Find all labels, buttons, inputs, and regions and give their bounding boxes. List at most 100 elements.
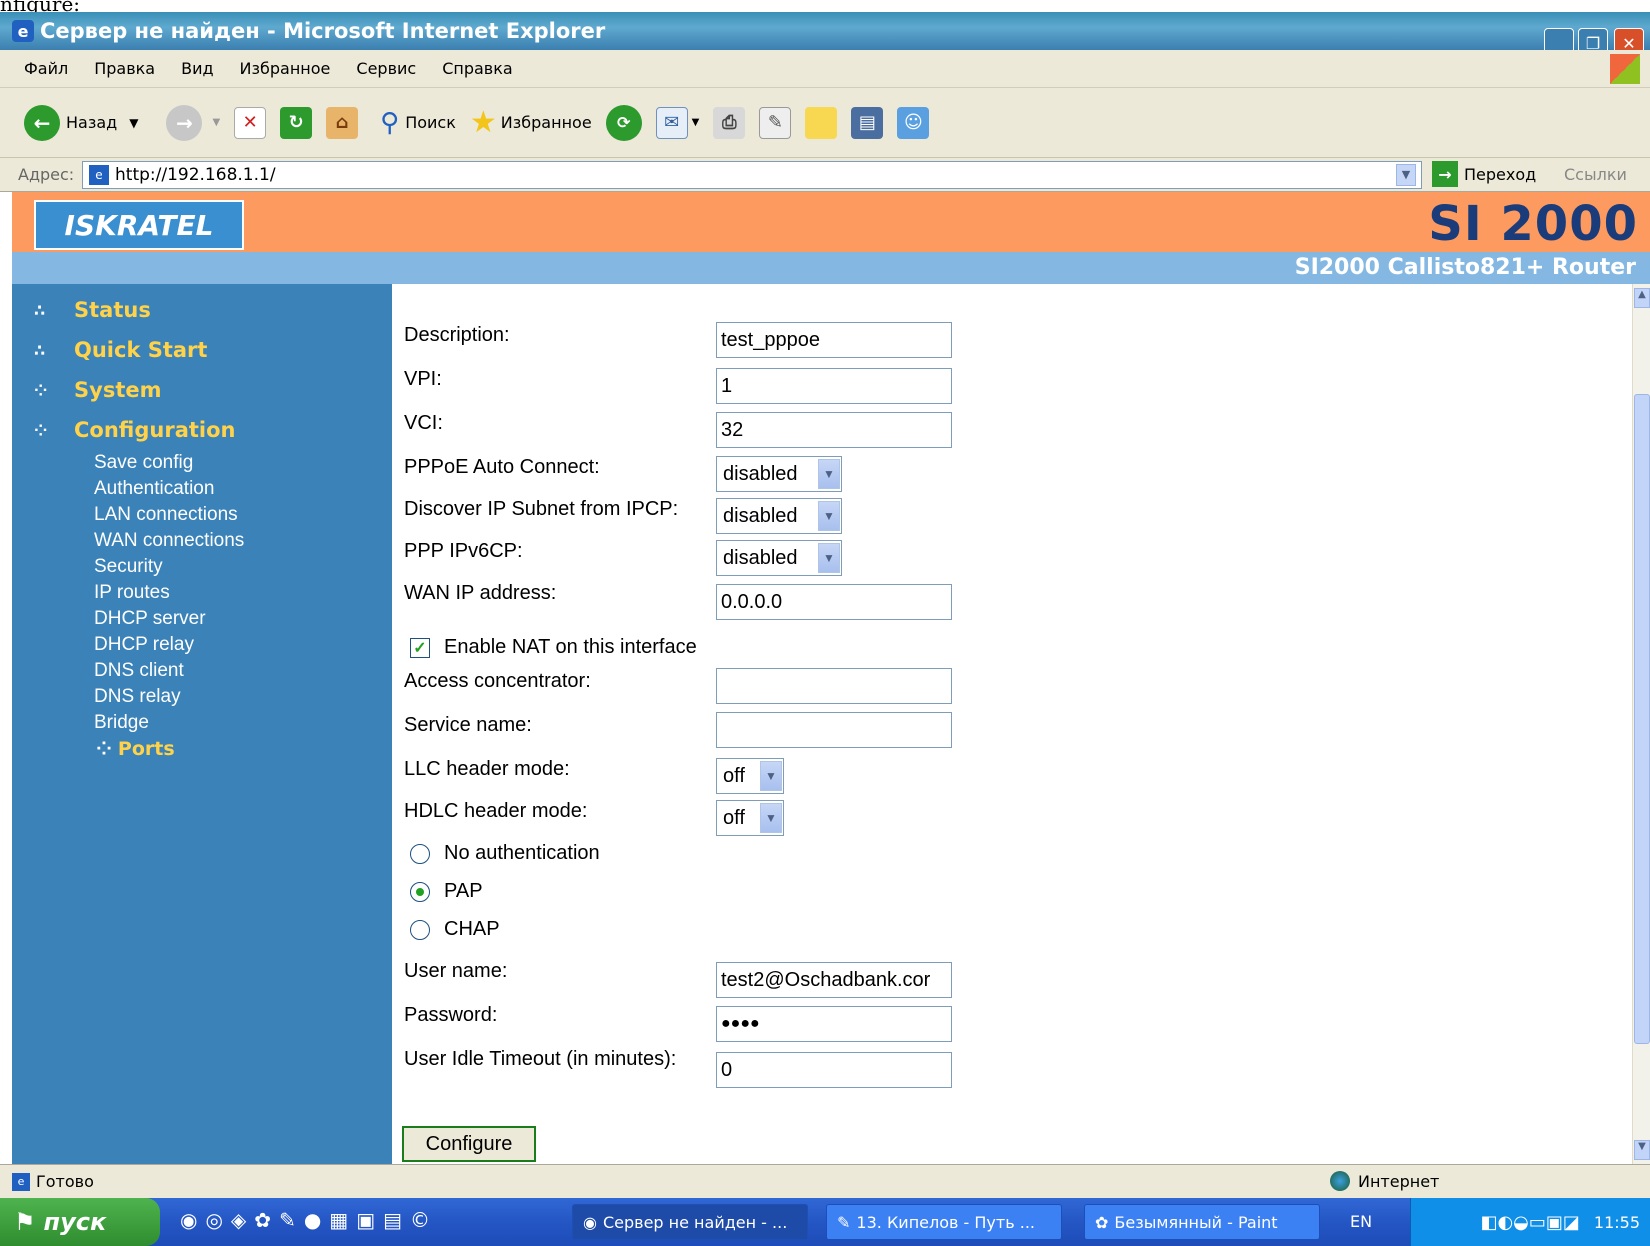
task-player[interactable]: ✎ 13. Кипелов - Путь ... xyxy=(826,1204,1062,1240)
nav-dns-relay[interactable]: DNS relay xyxy=(94,686,181,708)
vpi-label: VPI: xyxy=(404,368,442,390)
nav-configuration[interactable]: ⁘ Configuration xyxy=(34,418,235,442)
app-icon[interactable]: © xyxy=(410,1208,430,1232)
nav-wan-connections[interactable]: WAN connections xyxy=(94,530,244,552)
nav-save-config[interactable]: Save config xyxy=(94,452,193,474)
description-input[interactable]: test_pppoe xyxy=(716,322,952,358)
task-label: 13. Кипелов - Путь ... xyxy=(856,1212,1035,1232)
ie-quicklaunch-icon[interactable]: ◉ xyxy=(180,1208,197,1232)
configure-button[interactable]: Configure xyxy=(402,1126,536,1162)
app-icon[interactable]: ◈ xyxy=(231,1208,246,1232)
address-label: Адрес: xyxy=(18,165,75,184)
menu-tools[interactable]: Сервис xyxy=(356,59,416,78)
password-input[interactable]: ●●●● xyxy=(716,1006,952,1042)
nav-quick-start[interactable]: ∴ Quick Start xyxy=(34,338,207,362)
chevron-down-icon[interactable]: ▼ xyxy=(692,117,700,128)
address-dropdown-icon[interactable]: ▼ xyxy=(1396,164,1416,186)
research-icon[interactable]: ▤ xyxy=(851,106,884,139)
access-concentrator-input[interactable] xyxy=(716,668,952,704)
llc-label: LLC header mode: xyxy=(404,758,570,780)
forward-arrow-icon: → xyxy=(166,104,203,141)
stop-icon[interactable]: ✕ xyxy=(234,106,267,139)
home-icon[interactable]: ⌂ xyxy=(326,106,359,139)
radio-circle xyxy=(410,843,430,864)
menu-view[interactable]: Вид xyxy=(181,59,213,78)
menu-help[interactable]: Справка xyxy=(442,59,513,78)
print-icon[interactable]: ⎙ xyxy=(713,106,746,139)
nav-authentication[interactable]: Authentication xyxy=(94,478,214,500)
nav-ip-routes[interactable]: IP routes xyxy=(94,582,170,604)
chevron-down-icon[interactable]: ▼ xyxy=(212,117,220,128)
app-icon[interactable]: ✎ xyxy=(279,1208,296,1232)
edit-icon[interactable]: ✎ xyxy=(759,106,792,139)
app-icon[interactable]: ✿ xyxy=(254,1208,271,1232)
app-icon[interactable]: ▣ xyxy=(356,1208,375,1232)
forward-button[interactable]: → ▼ xyxy=(152,104,220,141)
start-button[interactable]: ⚑ пуск xyxy=(0,1198,160,1246)
go-button[interactable]: → Переход xyxy=(1432,161,1536,187)
app-icon[interactable]: ▤ xyxy=(383,1208,402,1232)
nav-dhcp-server[interactable]: DHCP server xyxy=(94,608,206,630)
nav-dhcp-relay[interactable]: DHCP relay xyxy=(94,634,194,656)
chevron-down-icon: ▼ xyxy=(760,803,782,833)
auto-connect-select[interactable]: disabled ▼ xyxy=(716,456,842,492)
media-icon[interactable]: ◎ xyxy=(205,1208,222,1232)
mail-icon[interactable]: ✉ xyxy=(655,106,688,139)
window-titlebar: e Сервер не найден - Microsoft Internet … xyxy=(0,12,1650,58)
menu-bar: Файл Правка Вид Избранное Сервис Справка xyxy=(0,50,1650,88)
address-input[interactable]: e http://192.168.1.1/ xyxy=(82,161,1422,189)
refresh-icon[interactable]: ↻ xyxy=(280,106,313,139)
nav-status[interactable]: ∴ Status xyxy=(34,298,151,322)
hdlc-select[interactable]: off ▼ xyxy=(716,800,784,836)
search-button[interactable]: ⚲ Поиск xyxy=(380,108,456,138)
nat-checkbox[interactable]: ✓ Enable NAT on this interface xyxy=(410,636,697,659)
discover-select[interactable]: disabled ▼ xyxy=(716,498,842,534)
page-scrollbar[interactable]: ▲ ▼ xyxy=(1632,284,1650,1164)
vpi-input[interactable]: 1 xyxy=(716,368,952,404)
favorites-button[interactable]: ★ Избранное xyxy=(470,105,592,140)
nav-dns-client[interactable]: DNS client xyxy=(94,660,184,682)
ipv6cp-select[interactable]: disabled ▼ xyxy=(716,540,842,576)
radio-pap[interactable]: PAP xyxy=(410,880,483,903)
wan-ip-input[interactable]: 0.0.0.0 xyxy=(716,584,952,620)
llc-select[interactable]: off ▼ xyxy=(716,758,784,794)
history-icon[interactable]: ⟳ xyxy=(605,104,642,141)
discuss-icon[interactable] xyxy=(805,106,838,139)
chevron-down-icon: ▼ xyxy=(818,459,840,489)
app-icon[interactable]: ▦ xyxy=(329,1208,348,1232)
scroll-down-icon[interactable]: ▼ xyxy=(1634,1140,1650,1160)
nav-system[interactable]: ⁘ System xyxy=(34,378,161,402)
description-label: Description: xyxy=(404,324,510,346)
idle-timeout-input[interactable]: 0 xyxy=(716,1052,952,1088)
menu-file[interactable]: Файл xyxy=(24,59,68,78)
menu-favorites[interactable]: Избранное xyxy=(240,59,331,78)
messenger-icon[interactable]: ☺ xyxy=(897,106,930,139)
window-title: Сервер не найден - Microsoft Internet Ex… xyxy=(40,19,606,43)
app-icon[interactable]: ● xyxy=(304,1208,321,1232)
tray-icons[interactable]: ◧◐◒▭▣◪ xyxy=(1480,1212,1579,1233)
radio-chap[interactable]: CHAP xyxy=(410,918,500,941)
back-button[interactable]: ← Назад ▼ xyxy=(24,104,138,141)
task-ie[interactable]: ◉ Сервер не найден - ... xyxy=(572,1204,808,1240)
nav-lan-connections[interactable]: LAN connections xyxy=(94,504,238,526)
radio-no-auth[interactable]: No authentication xyxy=(410,842,600,865)
menu-edit[interactable]: Правка xyxy=(94,59,155,78)
nav-bridge[interactable]: Bridge xyxy=(94,712,149,734)
hdlc-label: HDLC header mode: xyxy=(404,800,588,822)
back-arrow-icon: ← xyxy=(24,104,60,141)
links-button[interactable]: Ссылки xyxy=(1564,165,1627,184)
scroll-thumb[interactable] xyxy=(1634,394,1650,1044)
ie-icon: ◉ xyxy=(583,1212,597,1232)
dots-icon: ⁘ xyxy=(34,380,48,400)
language-indicator[interactable]: EN xyxy=(1350,1212,1372,1231)
vci-input[interactable]: 32 xyxy=(716,412,952,448)
scroll-up-icon[interactable]: ▲ xyxy=(1634,288,1650,308)
task-paint[interactable]: ✿ Безымянный - Paint xyxy=(1084,1204,1320,1240)
ipv6cp-label: PPP IPv6CP: xyxy=(404,540,523,562)
service-name-input[interactable] xyxy=(716,712,952,748)
nav-ports[interactable]: ⁘ Ports xyxy=(96,738,175,760)
username-input[interactable]: test2@Oschadbank.cor xyxy=(716,962,952,998)
select-value: disabled xyxy=(723,462,798,485)
nav-security[interactable]: Security xyxy=(94,556,163,578)
chevron-down-icon[interactable]: ▼ xyxy=(129,116,138,130)
